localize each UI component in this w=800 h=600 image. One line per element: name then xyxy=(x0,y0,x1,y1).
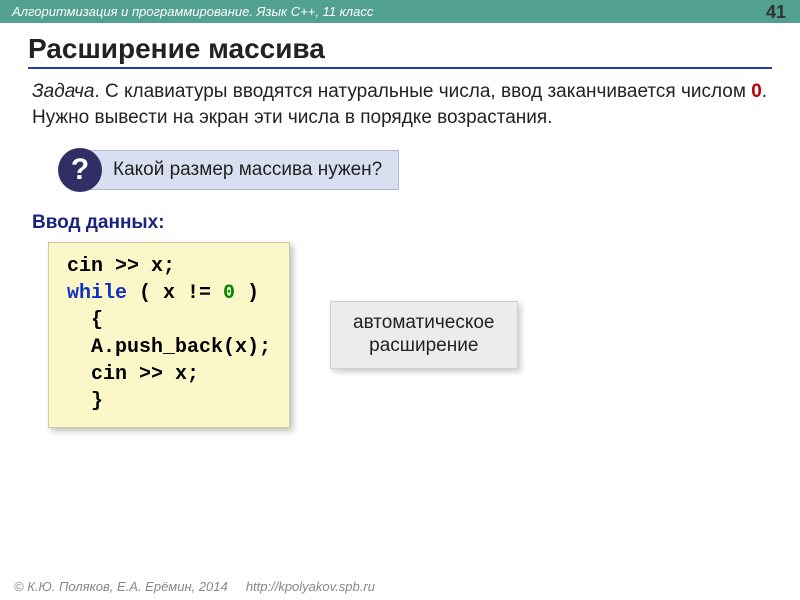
code-l2b: ( x != xyxy=(127,282,223,305)
code-block: cin >> x; while ( x != 0 ) { A.push_back… xyxy=(48,242,290,428)
code-l1: cin >> x; xyxy=(67,255,175,278)
course-label: Алгоритмизация и программирование. Язык … xyxy=(12,4,373,19)
footer: © К.Ю. Поляков, Е.А. Ерёмин, 2014 http:/… xyxy=(14,579,375,594)
note-line2: расширение xyxy=(369,335,478,356)
question-callout: ? Какой размер массива нужен? xyxy=(58,148,772,192)
header-bar: Алгоритмизация и программирование. Язык … xyxy=(0,0,800,23)
code-l3: { xyxy=(67,309,103,332)
note-line1: автоматическое xyxy=(353,312,494,333)
task-p1: . С клавиатуры вводятся натуральные числ… xyxy=(94,81,751,102)
slide-content: Расширение массива Задача. С клавиатуры … xyxy=(0,23,800,428)
task-text: Задача. С клавиатуры вводятся натуральны… xyxy=(28,79,772,130)
task-label: Задача xyxy=(32,81,94,102)
page-number: 41 xyxy=(766,2,786,23)
input-heading: Ввод данных: xyxy=(32,212,772,234)
code-l2d: ) xyxy=(235,282,259,305)
code-l4: A.push_back(x); xyxy=(67,336,271,359)
page-title: Расширение массива xyxy=(28,33,772,69)
question-box: Какой размер массива нужен? xyxy=(90,150,399,190)
footer-url: http://kpolyakov.spb.ru xyxy=(246,579,375,594)
code-num-zero: 0 xyxy=(223,282,235,305)
copyright: © К.Ю. Поляков, Е.А. Ерёмин, 2014 xyxy=(14,579,228,594)
note-box: автоматическое расширение xyxy=(330,301,517,369)
code-kw-while: while xyxy=(67,282,127,305)
code-l6: } xyxy=(67,390,103,413)
task-zero: 0 xyxy=(751,81,762,102)
question-mark-icon: ? xyxy=(58,148,102,192)
code-l5: cin >> x; xyxy=(67,363,199,386)
code-row: cin >> x; while ( x != 0 ) { A.push_back… xyxy=(28,242,772,428)
